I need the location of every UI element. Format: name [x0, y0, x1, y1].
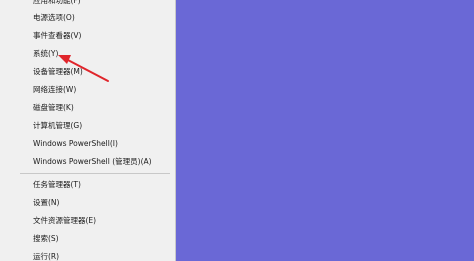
menu-separator: [20, 173, 170, 174]
winx-context-menu: 应用和功能(F) 电源选项(O) 事件查看器(V) 系统(Y) 设备管理器(M)…: [0, 0, 176, 261]
menu-item-disk-management[interactable]: 磁盘管理(K): [0, 99, 175, 117]
menu-item-run[interactable]: 运行(R): [0, 248, 175, 261]
menu-item-system[interactable]: 系统(Y): [0, 45, 175, 63]
menu-item-search[interactable]: 搜索(S): [0, 230, 175, 248]
menu-item-file-explorer[interactable]: 文件资源管理器(E): [0, 212, 175, 230]
menu-item-network-connections[interactable]: 网络连接(W): [0, 81, 175, 99]
menu-item-powershell-admin[interactable]: Windows PowerShell (管理员)(A): [0, 153, 175, 171]
menu-item-event-viewer[interactable]: 事件查看器(V): [0, 27, 175, 45]
menu-item-powershell[interactable]: Windows PowerShell(I): [0, 135, 175, 153]
menu-item-power-options[interactable]: 电源选项(O): [0, 9, 175, 27]
menu-item-device-manager[interactable]: 设备管理器(M): [0, 63, 175, 81]
menu-item-computer-management[interactable]: 计算机管理(G): [0, 117, 175, 135]
menu-item-settings[interactable]: 设置(N): [0, 194, 175, 212]
menu-item-task-manager[interactable]: 任务管理器(T): [0, 176, 175, 194]
